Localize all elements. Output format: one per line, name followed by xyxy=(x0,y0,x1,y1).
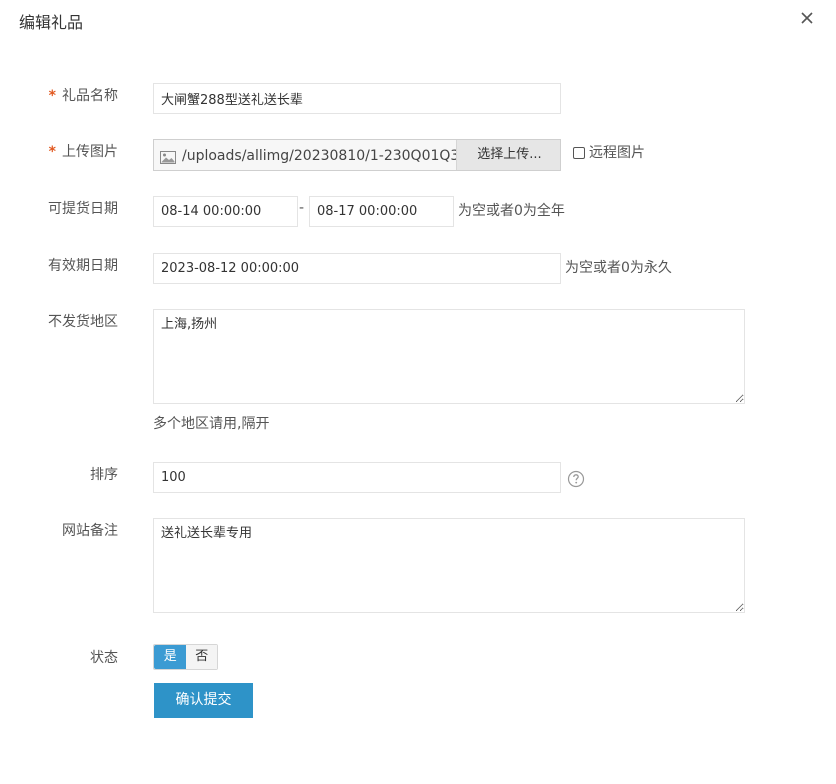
required-mark: * xyxy=(48,144,56,160)
checkbox-icon[interactable] xyxy=(573,147,585,159)
gift-name-input[interactable] xyxy=(153,83,561,114)
status-yes-option[interactable]: 是 xyxy=(154,645,187,669)
valid-date-label: 有效期日期 xyxy=(48,258,118,274)
date-separator: - xyxy=(299,200,305,216)
gift-name-label: * 礼品名称 xyxy=(48,88,118,104)
no-ship-region-hint: 多个地区请用,隔开 xyxy=(153,416,270,432)
submit-button[interactable]: 确认提交 xyxy=(154,683,253,718)
remote-image-label: 远程图片 xyxy=(589,145,645,161)
no-ship-region-label: 不发货地区 xyxy=(48,314,118,330)
required-mark: * xyxy=(48,88,56,104)
valid-date-input[interactable] xyxy=(153,253,561,284)
image-upload-field[interactable]: /uploads/allimg/20230810/1-230Q01Q313 选择… xyxy=(153,139,561,171)
remote-image-checkbox[interactable]: 远程图片 xyxy=(573,143,645,163)
sort-label: 排序 xyxy=(90,467,118,483)
upload-image-label: * 上传图片 xyxy=(48,144,118,160)
status-no-option[interactable]: 否 xyxy=(186,645,217,669)
status-toggle[interactable]: 是 否 xyxy=(153,644,218,670)
close-icon[interactable] xyxy=(797,8,817,28)
pickup-end-input[interactable] xyxy=(309,196,454,227)
pickup-date-label: 可提货日期 xyxy=(48,201,118,217)
no-ship-region-textarea[interactable]: 上海,扬州 xyxy=(153,309,745,404)
valid-date-hint: 为空或者0为永久 xyxy=(565,260,672,276)
dialog-title: 编辑礼品 xyxy=(19,13,84,32)
pickup-start-input[interactable] xyxy=(153,196,298,227)
image-icon xyxy=(160,149,176,164)
image-path-text: /uploads/allimg/20230810/1-230Q01Q313 xyxy=(182,148,458,164)
site-note-label: 网站备注 xyxy=(62,523,118,539)
edit-gift-dialog: 编辑礼品 *礼品名称 *上传图片 /uploads/allimg/2023081… xyxy=(0,0,836,784)
site-note-textarea[interactable]: 送礼送长辈专用 xyxy=(153,518,745,613)
choose-upload-button[interactable]: 选择上传... xyxy=(456,140,560,170)
sort-input[interactable] xyxy=(153,462,561,493)
question-circle-icon[interactable] xyxy=(567,470,585,488)
pickup-date-hint: 为空或者0为全年 xyxy=(458,203,565,219)
status-label: 状态 xyxy=(90,650,118,666)
